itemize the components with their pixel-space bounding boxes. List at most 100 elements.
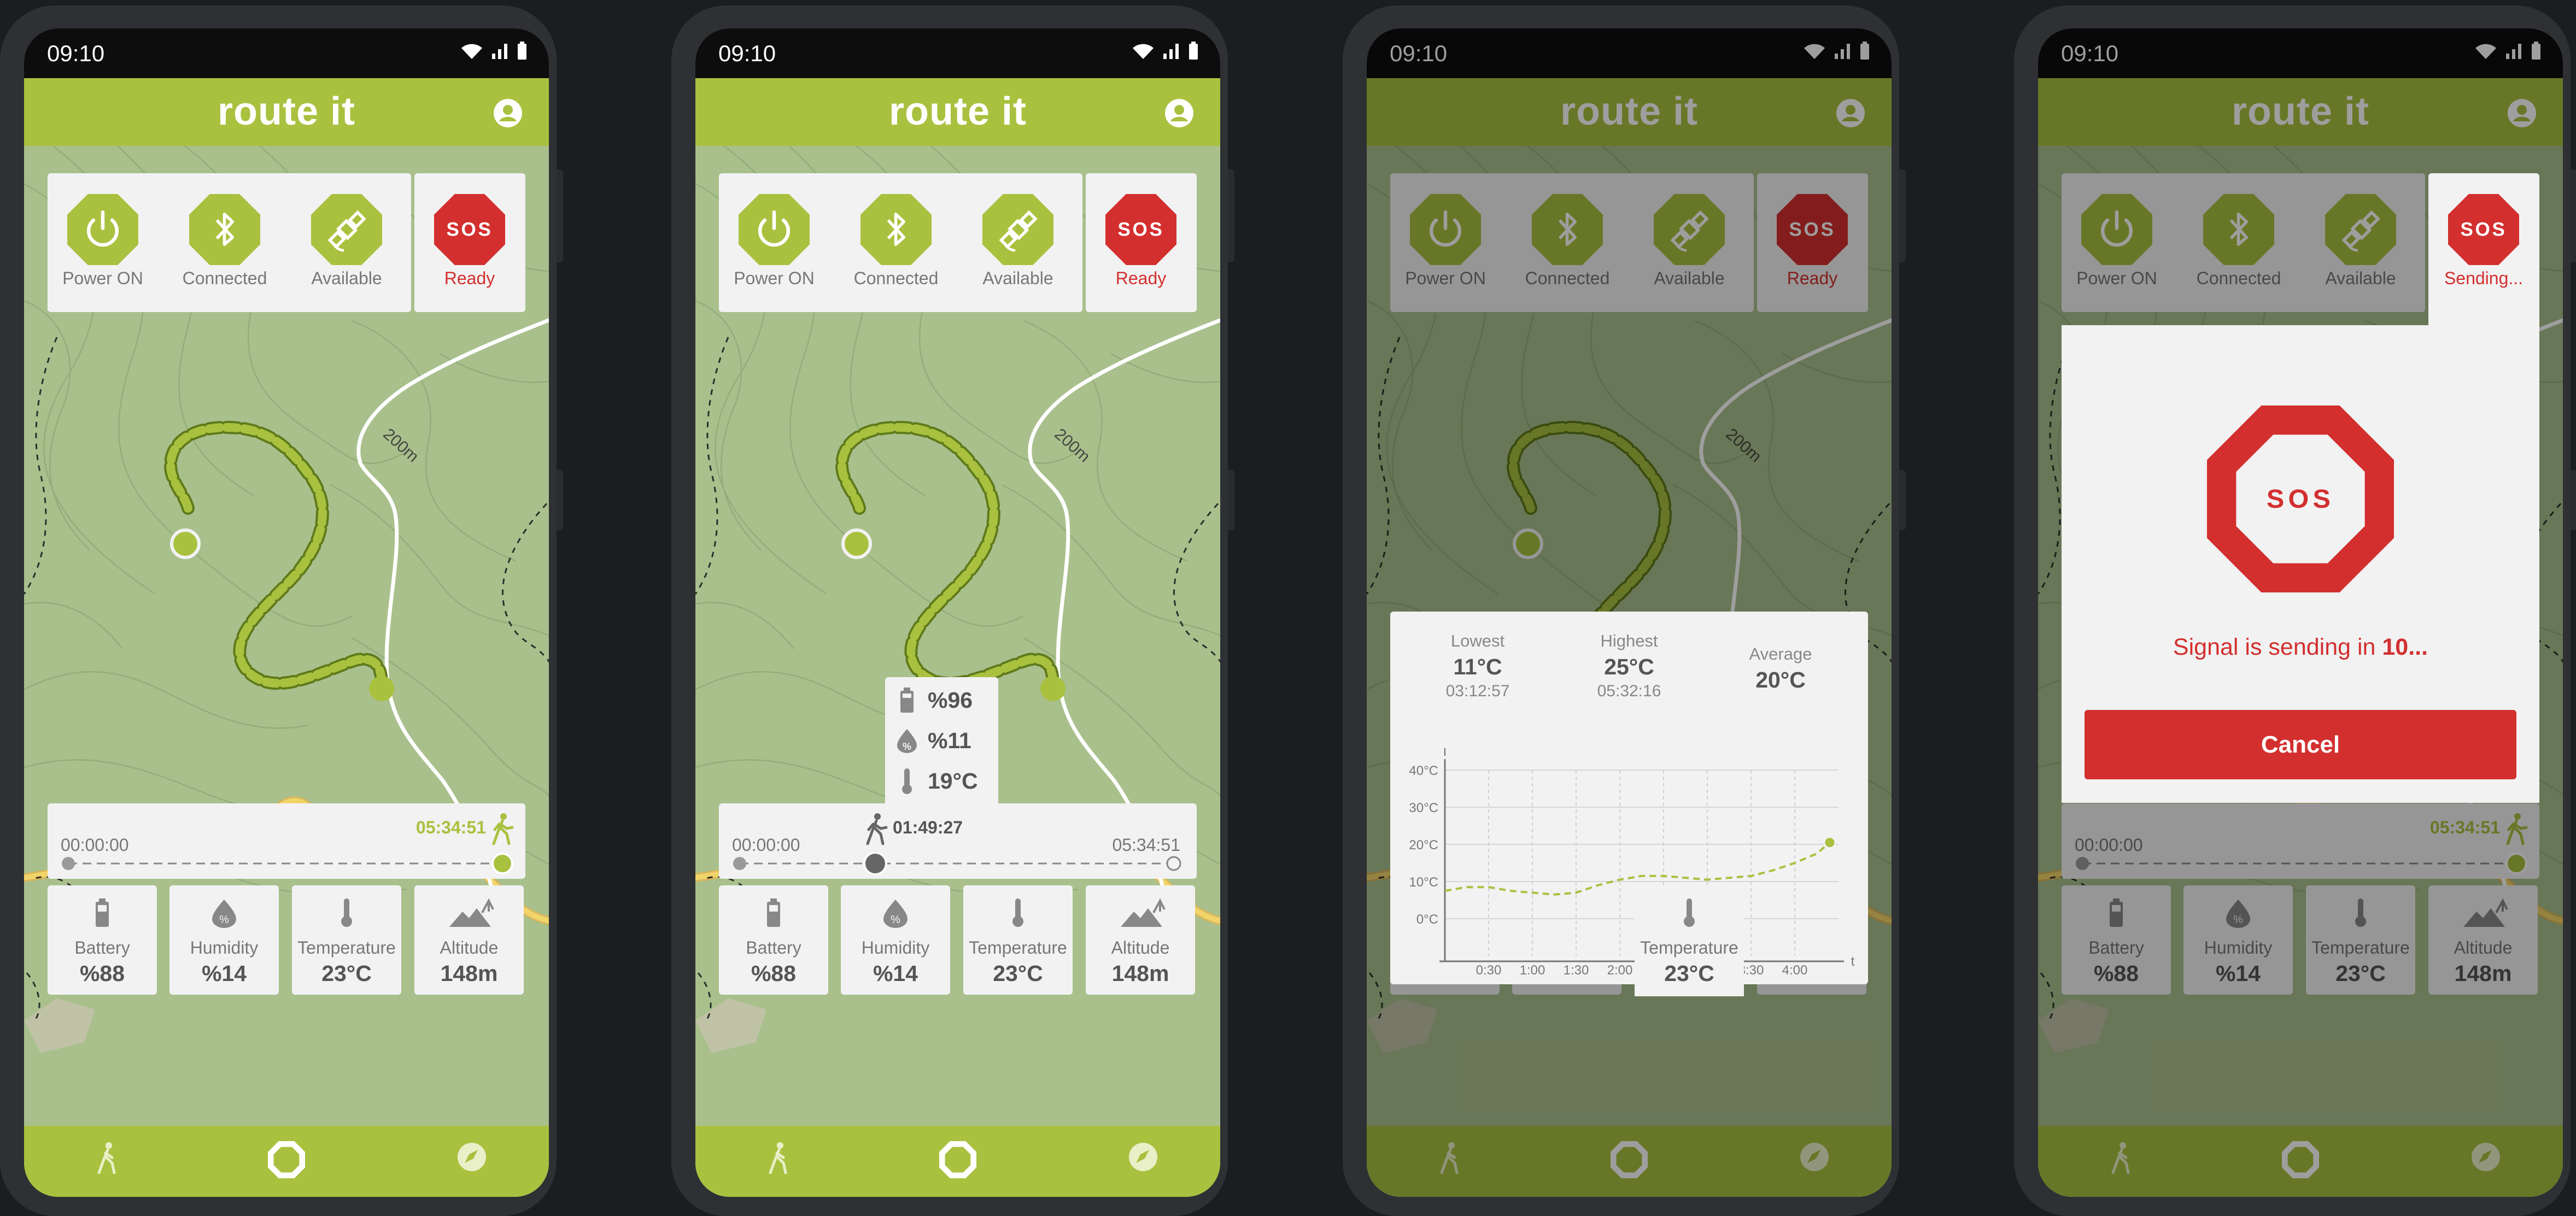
compass-icon[interactable]: [1127, 1141, 1159, 1173]
screen-route: 200m 09:10 route it Power ON Connected A…: [24, 28, 549, 1197]
stat-altitude: Altitude 148m: [1086, 885, 1195, 995]
stat-temperature: Temperature 23°C: [963, 885, 1073, 995]
thermometer-icon: [341, 898, 352, 927]
sos-status-label: Ready: [1115, 268, 1167, 288]
phone-frame-4: 200m 09:10 route it Power ON Connected: [2014, 5, 2576, 1216]
x-tick-label: 0:30: [1476, 963, 1502, 978]
stat-value: 23°C: [993, 961, 1043, 986]
summary-label: Lowest: [1450, 631, 1505, 650]
timeline[interactable]: 00:00:00 05:34:51: [48, 803, 525, 879]
indicator-label: Power ON: [62, 268, 143, 288]
indicator-power: Power ON: [719, 194, 829, 289]
svg-text:SOS: SOS: [446, 219, 493, 240]
x-tick-label: 1:30: [1564, 963, 1589, 978]
sos-button[interactable]: SOS Ready: [415, 194, 524, 289]
sos-icon: SOS: [434, 194, 505, 265]
bluetooth-icon: [189, 194, 260, 265]
app-title: route it: [889, 90, 1027, 133]
tooltip-battery-value: %96: [928, 687, 973, 713]
sos-button[interactable]: SOS Ready: [1086, 194, 1196, 289]
y-tick-label: 40°C: [1409, 763, 1438, 778]
summary-lowest: Lowest 11°C 03:12:57: [1423, 631, 1532, 701]
indicator-bluetooth: Connected: [170, 194, 279, 289]
summary-label: Highest: [1600, 631, 1658, 650]
stat-value: 148m: [440, 961, 498, 986]
sos-button[interactable]: SOS Sending...: [2429, 194, 2538, 289]
compass-icon[interactable]: [456, 1141, 488, 1173]
x-tick-label: 1:00: [1520, 963, 1545, 978]
indicator-power: Power ON: [48, 194, 157, 289]
temperature-chart-card: Lowest 11°C 03:12:57 Highest 25°C 05:32:…: [1390, 612, 1868, 984]
sos-status-label: Ready: [444, 268, 495, 288]
indicator-label: Available: [311, 268, 382, 288]
stat-label: Battery: [746, 938, 801, 957]
timeline-handle[interactable]: [863, 853, 887, 874]
x-tick-label: 2:00: [1607, 963, 1633, 978]
humidity-icon: %: [897, 729, 917, 753]
stat-temperature-active[interactable]: Temperature 23°C: [1635, 885, 1744, 995]
status-time: 09:10: [718, 40, 776, 66]
stat-temperature: Temperature 23°C: [292, 885, 401, 995]
phone-frame-3: 200m 09:10 route it Power ON Connected A…: [1343, 5, 1906, 1216]
y-tick-label: 0°C: [1416, 912, 1438, 927]
bottom-nav: [24, 1126, 549, 1197]
sos-large-icon: SOS: [2207, 406, 2394, 592]
y-tick-label: 30°C: [1409, 801, 1438, 815]
timeline-slider[interactable]: [732, 853, 1186, 874]
walker-icon: [492, 813, 514, 845]
timeline-handle[interactable]: [491, 853, 513, 874]
octagon-icon[interactable]: [939, 1141, 976, 1178]
app-title: route it: [218, 90, 355, 133]
svg-text:%: %: [891, 914, 900, 926]
status-bar: 09:10: [695, 28, 1220, 78]
app-bar: route it: [24, 78, 549, 146]
stat-label: Altitude: [440, 938, 499, 957]
indicator-bluetooth: Connected: [841, 194, 951, 289]
svg-text:SOS: SOS: [2460, 219, 2507, 240]
app-bar: route it: [695, 78, 1220, 146]
altitude-icon: [1121, 898, 1166, 927]
phone-frame-2: 200m 09:10 route it Power ON Connected A…: [671, 5, 1234, 1216]
stat-humidity: % Humidity %14: [841, 885, 950, 995]
stat-value: %88: [751, 961, 797, 986]
stat-label: Altitude: [1111, 938, 1170, 957]
stat-battery: Battery %88: [719, 885, 828, 995]
walk-icon[interactable]: [765, 1141, 793, 1174]
sos-dialog: SOS Signal is sending in 10... Cancel: [2062, 325, 2539, 803]
tooltip-temperature-value: 19°C: [928, 768, 978, 794]
svg-text:SOS: SOS: [2267, 484, 2334, 514]
stat-label: Temperature: [1640, 938, 1738, 957]
tooltip-humidity: % %11: [896, 724, 971, 757]
signal-icon: [1163, 44, 1179, 59]
timeline-slider[interactable]: [61, 853, 514, 874]
y-axis-label: T: [1441, 748, 1449, 759]
phone-frame-1: 200m 09:10 route it Power ON Connected A…: [0, 5, 563, 1216]
summary-value: 20°C: [1755, 667, 1806, 692]
power-icon: [739, 194, 810, 265]
octagon-icon[interactable]: [268, 1141, 305, 1178]
walk-icon[interactable]: [94, 1141, 121, 1174]
timeline[interactable]: 00:00:00 05:34:51 01:49:27: [719, 803, 1197, 879]
indicator-satellite: Available: [963, 194, 1073, 289]
battery-icon: [767, 898, 780, 927]
humidity-icon: %: [212, 900, 236, 928]
temperature-chart[interactable]: 40°C30°C20°C10°C0°C0:301:001:302:002:303…: [1390, 748, 1868, 983]
bottom-nav: [695, 1126, 1220, 1197]
signal-icon: [492, 44, 507, 59]
stat-label: Temperature: [969, 938, 1067, 957]
walker-icon: [866, 813, 888, 845]
stat-label: Temperature: [297, 938, 396, 957]
bluetooth-icon: [860, 194, 932, 265]
profile-icon[interactable]: [493, 98, 523, 128]
svg-text:%: %: [219, 914, 229, 926]
satellite-icon: [982, 194, 1053, 265]
stat-label: Battery: [74, 938, 130, 957]
profile-icon[interactable]: [1164, 98, 1194, 128]
summary-value: 11°C: [1453, 654, 1502, 679]
stat-value: 23°C: [1664, 961, 1714, 986]
screen-sos-sending: 200m 09:10 route it Power ON Connected: [2038, 28, 2563, 1197]
stat-label: Humidity: [190, 938, 259, 957]
svg-text:%: %: [903, 741, 911, 752]
cancel-button[interactable]: Cancel: [2085, 710, 2516, 779]
summary-label: Average: [1749, 644, 1812, 663]
